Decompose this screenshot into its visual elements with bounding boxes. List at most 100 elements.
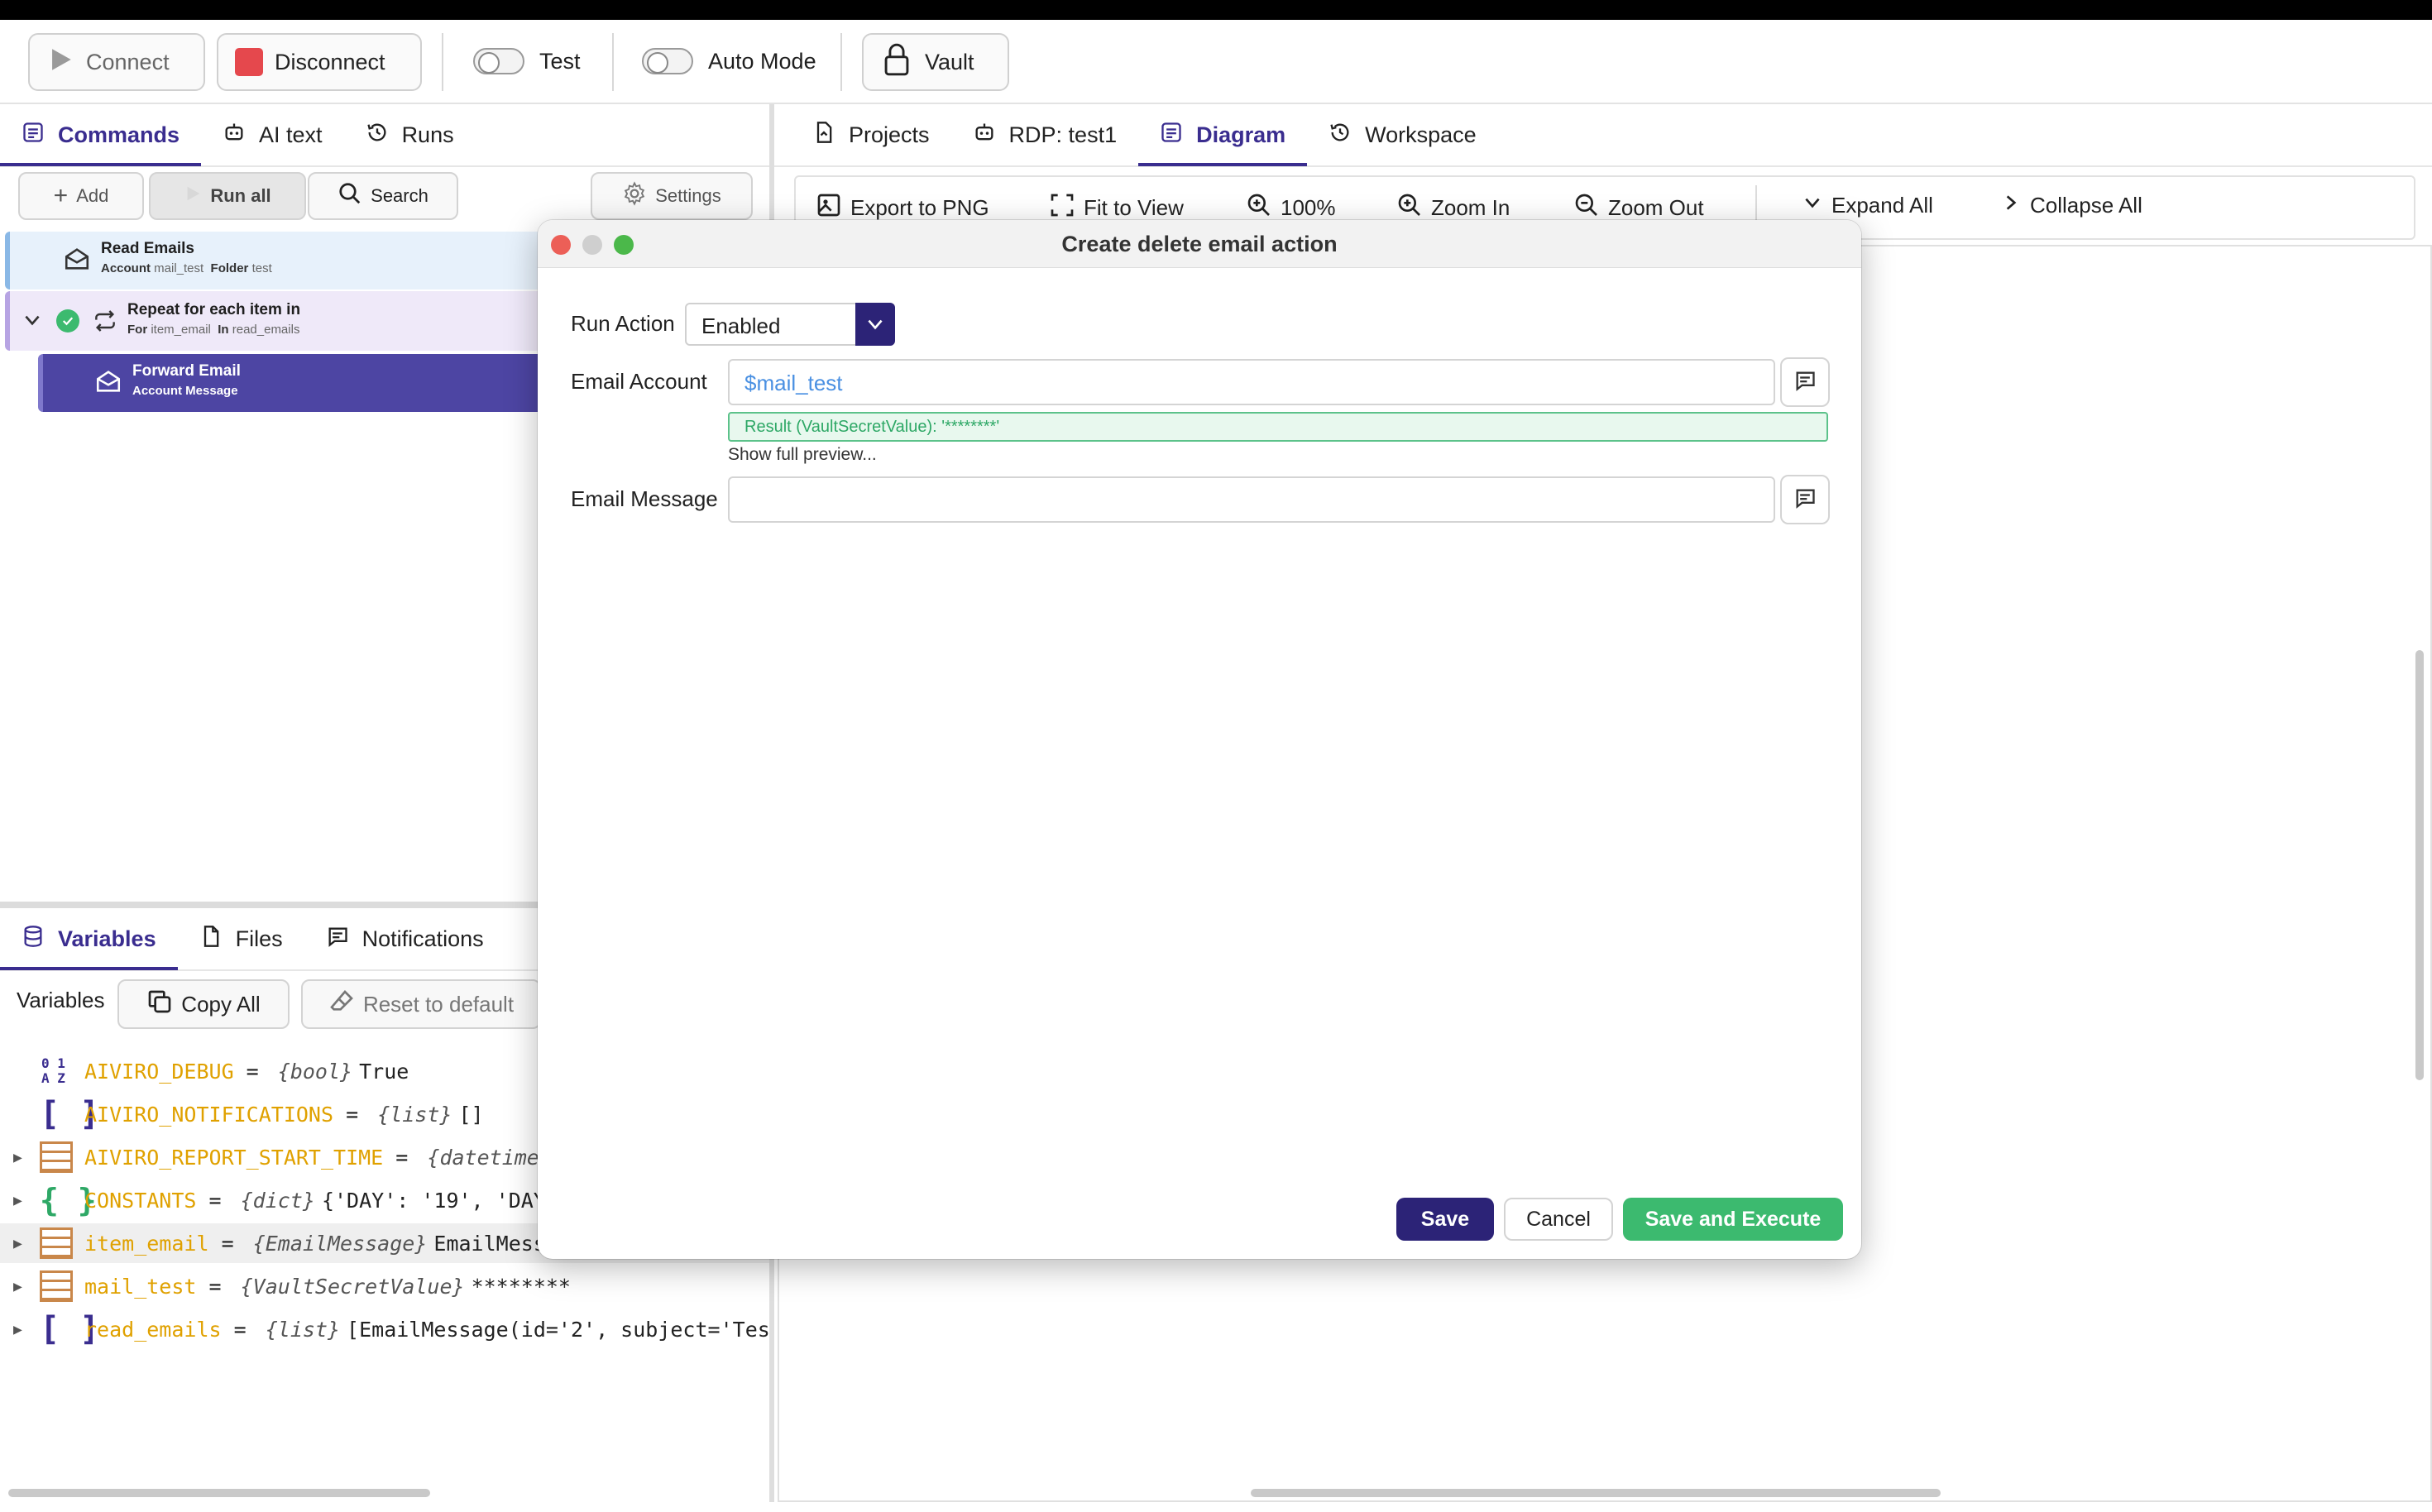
robot-icon <box>223 121 246 150</box>
email-account-input[interactable]: $mail_test <box>728 359 1775 405</box>
tab-workspace[interactable]: Workspace <box>1307 103 1498 166</box>
tab-ai-text-label: AI text <box>259 122 323 147</box>
list-icon <box>22 121 45 150</box>
variable-value: ******** <box>471 1274 571 1299</box>
lock-icon <box>880 42 913 83</box>
main-toolbar: Connect Disconnect Test Auto Mode Vault <box>0 20 2432 104</box>
disconnect-button[interactable]: Disconnect <box>217 33 422 91</box>
disconnect-label: Disconnect <box>275 49 385 74</box>
dialog-title: Create delete email action <box>1061 232 1338 256</box>
test-switch[interactable] <box>473 48 524 74</box>
variable-type: {dict} <box>240 1188 315 1213</box>
expand-arrow-icon[interactable]: ▶ <box>13 1192 22 1209</box>
tab-diagram[interactable]: Diagram <box>1138 103 1308 166</box>
test-toggle[interactable]: Test <box>473 48 581 74</box>
comment-button[interactable] <box>1780 357 1830 407</box>
list-icon <box>1160 121 1183 150</box>
save-and-execute-button[interactable]: Save and Execute <box>1623 1198 1843 1241</box>
vault-button[interactable]: Vault <box>862 33 1009 91</box>
zoom-out-label: Zoom Out <box>1608 195 1704 220</box>
toolbar-divider <box>840 33 842 91</box>
chevron-down-icon[interactable] <box>855 303 895 346</box>
repeat-icon <box>91 308 119 338</box>
email-message-label: Email Message <box>571 486 718 511</box>
command-title: Read Emails <box>101 240 194 257</box>
collapse-all-button[interactable]: Collapse All <box>2000 192 2142 219</box>
play-icon <box>46 45 74 79</box>
tab-commands-label: Commands <box>58 122 180 147</box>
envelope-icon <box>94 367 122 400</box>
command-params: For item_email In read_emails <box>127 323 300 337</box>
variable-value: True <box>359 1059 409 1084</box>
expand-arrow-icon[interactable]: ▶ <box>13 1235 22 1252</box>
expand-all-button[interactable]: Expand All <box>1802 192 1933 219</box>
dialog-titlebar: Create delete email action <box>538 220 1861 268</box>
comment-button[interactable] <box>1780 475 1830 524</box>
plus-icon: + <box>53 182 69 209</box>
search-button[interactable]: Search <box>308 172 458 220</box>
right-tab-bar: Projects RDP: test1 Diagram Workspace <box>774 104 2432 167</box>
run-all-button[interactable]: Run all <box>149 172 306 220</box>
command-read-emails[interactable]: Read Emails Account mail_test Folder tes… <box>5 232 543 289</box>
robot-icon <box>973 121 996 150</box>
connect-button[interactable]: Connect <box>28 33 205 91</box>
variable-name: AIVIRO_NOTIFICATIONS <box>84 1102 334 1127</box>
show-preview-link[interactable]: Show full preview... <box>728 445 877 465</box>
cancel-button[interactable]: Cancel <box>1504 1198 1613 1241</box>
tab-commands[interactable]: Commands <box>0 103 202 166</box>
command-repeat-loop[interactable]: Repeat for each item in For item_email I… <box>5 291 543 351</box>
stop-icon <box>235 48 263 76</box>
chevron-down-icon <box>1802 192 1823 219</box>
tab-runs[interactable]: Runs <box>344 103 476 166</box>
variable-name: mail_test <box>84 1274 197 1299</box>
success-check-icon <box>56 309 79 333</box>
variable-name: read_emails <box>84 1317 222 1342</box>
toolbar-divider <box>612 33 614 91</box>
command-title: Repeat for each item in <box>127 301 301 318</box>
variable-name: item_email <box>84 1231 209 1256</box>
add-command-button[interactable]: + Add <box>18 172 144 220</box>
tab-projects[interactable]: Projects <box>791 103 951 166</box>
zoom-level: 100% <box>1281 195 1336 220</box>
command-params: Account Message <box>132 384 238 398</box>
variable-type: {list} <box>377 1102 452 1127</box>
tab-rdp[interactable]: RDP: test1 <box>951 103 1139 166</box>
variable-type: {list} <box>265 1317 341 1342</box>
auto-mode-switch[interactable] <box>642 48 693 74</box>
variable-type: {bool} <box>277 1059 353 1084</box>
save-button[interactable]: Save <box>1396 1198 1494 1241</box>
history-icon <box>1329 121 1352 150</box>
envelope-icon <box>63 245 91 277</box>
diagram-horizontal-scrollbar[interactable] <box>1251 1489 1941 1497</box>
connect-label: Connect <box>86 49 170 74</box>
zoom-in-label: Zoom In <box>1431 195 1510 220</box>
document-icon <box>812 121 835 150</box>
diagram-vertical-scrollbar[interactable] <box>2415 650 2424 1080</box>
object-type-icon <box>40 1141 73 1173</box>
toolbar-divider <box>442 33 443 91</box>
run-all-label: Run all <box>210 185 271 206</box>
variable-name: AIVIRO_REPORT_START_TIME <box>84 1145 384 1170</box>
auto-mode-toggle[interactable]: Auto Mode <box>642 48 816 74</box>
tab-ai-text[interactable]: AI text <box>201 103 344 166</box>
email-account-label: Email Account <box>571 369 707 394</box>
email-message-input[interactable] <box>728 476 1775 523</box>
object-type-icon <box>40 1270 73 1302</box>
command-forward-email[interactable]: Forward Email Account Message <box>38 354 543 412</box>
expand-arrow-icon[interactable]: ▶ <box>13 1149 22 1166</box>
fit-label: Fit to View <box>1084 195 1184 220</box>
gear-icon <box>622 181 647 211</box>
chevron-down-icon[interactable] <box>22 309 43 335</box>
settings-button[interactable]: Settings <box>591 172 753 220</box>
expand-arrow-icon[interactable]: ▶ <box>13 1321 22 1338</box>
variable-value: [EmailMessage(id='2', subject='Tes <box>347 1317 770 1342</box>
command-title: Forward Email <box>132 362 241 380</box>
expand-arrow-icon[interactable]: ▶ <box>13 1278 22 1295</box>
variable-type: {EmailMessage} <box>252 1231 428 1256</box>
tab-runs-label: Runs <box>401 122 454 147</box>
variables-horizontal-scrollbar[interactable] <box>8 1489 430 1497</box>
run-action-select[interactable]: Enabled <box>685 303 895 346</box>
export-label: Export to PNG <box>850 195 989 220</box>
comment-icon <box>1793 369 1817 396</box>
run-action-value: Enabled <box>701 313 781 338</box>
